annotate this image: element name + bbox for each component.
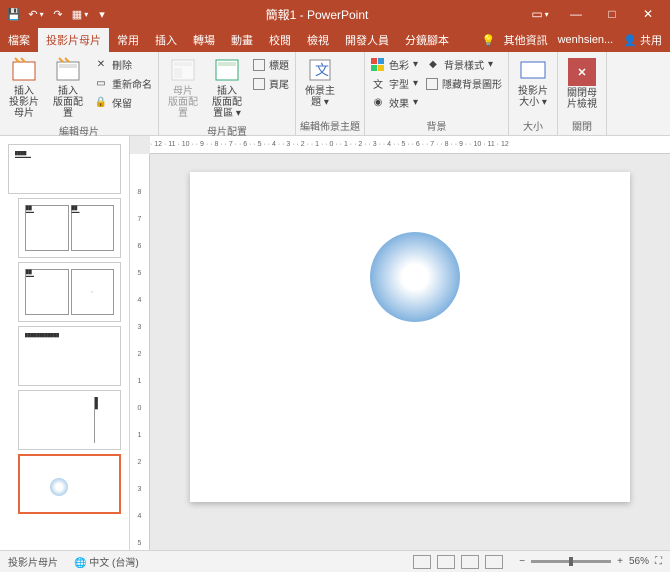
rename-icon: ▭ xyxy=(94,77,108,91)
theme-icon: 文 xyxy=(306,56,334,84)
slide-canvas-area: · 12 · 11 · 10 · · 9 · · 8 · · 7 · · 6 ·… xyxy=(130,136,670,550)
effects-button[interactable]: ◉效果 ▾ xyxy=(369,94,420,111)
tab-animation[interactable]: 動畫 xyxy=(223,28,261,52)
rename-button[interactable]: ▭重新命名 xyxy=(92,75,154,92)
group-label: 關閉 xyxy=(562,116,602,135)
thumbnail-panel: ████▬▬▬▬ ██▬▬██▬▬ ██▬▬▫ ████████████ ███ xyxy=(0,136,130,550)
close-icon: ✕ xyxy=(568,58,596,86)
sorter-view-button[interactable] xyxy=(437,555,455,569)
placeholder-icon xyxy=(213,56,241,84)
zoom-out-button[interactable]: − xyxy=(519,556,525,567)
colors-button[interactable]: 色彩 ▾ xyxy=(369,56,420,73)
status-lang[interactable]: 🌐 中文 (台灣) xyxy=(74,554,139,569)
window-title: 簡報1 - PowerPoint xyxy=(112,6,522,23)
insert-placeholder-button[interactable]: 插入版面配置區 ▾ xyxy=(207,54,247,121)
bgstyle-icon: ◆ xyxy=(426,58,440,72)
checkbox-icon xyxy=(253,78,265,90)
share-icon: 👤 xyxy=(623,35,637,47)
horizontal-ruler: · 12 · 11 · 10 · · 9 · · 8 · · 7 · · 6 ·… xyxy=(150,136,670,154)
tab-slidemaster[interactable]: 投影片母片 xyxy=(38,28,109,52)
layout-icon xyxy=(54,56,82,84)
maximize-button[interactable]: □ xyxy=(594,0,630,28)
close-master-button[interactable]: ✕ 關閉母片檢視 xyxy=(562,54,602,112)
tellme-icon: 💡 xyxy=(482,34,496,47)
checkbox-icon xyxy=(253,59,265,71)
master-layout-button: 母片版面配置 xyxy=(163,54,203,121)
share-button[interactable]: 👤 共用 xyxy=(621,28,664,52)
slide-canvas[interactable] xyxy=(190,172,630,502)
themes-button[interactable]: 文 佈景主題 ▾ xyxy=(300,54,340,110)
save-button[interactable]: 💾 xyxy=(4,4,24,24)
delete-button[interactable]: ✕刪除 xyxy=(92,56,154,73)
present-button[interactable]: ▦▾ xyxy=(70,4,90,24)
status-view: 投影片母片 xyxy=(8,554,58,569)
thumb-layout[interactable]: ███ xyxy=(18,390,121,450)
slideshow-view-button[interactable] xyxy=(485,555,503,569)
thumb-layout[interactable]: ██▬▬▫ xyxy=(18,262,121,322)
slide-size-icon xyxy=(519,56,547,84)
footer-checkbox[interactable]: 頁尾 xyxy=(251,75,291,92)
thumb-layout[interactable]: ████████████ xyxy=(18,326,121,386)
lang-icon: 🌐 xyxy=(74,558,86,569)
effects-icon: ◉ xyxy=(371,96,385,110)
insert-slidemaster-button[interactable]: 插入投影片母片 xyxy=(4,54,44,121)
thumb-layout[interactable]: ██▬▬██▬▬ xyxy=(18,198,121,258)
thumb-master[interactable]: ████▬▬▬▬ xyxy=(8,144,121,194)
tab-view[interactable]: 檢視 xyxy=(299,28,337,52)
ribbon-options-button[interactable]: ▭▾ xyxy=(522,0,558,28)
hidebg-checkbox[interactable]: 隱藏背景圖形 xyxy=(424,75,504,92)
tab-file[interactable]: 檔案 xyxy=(0,28,38,52)
group-label: 大小 xyxy=(513,116,553,135)
slide-size-button[interactable]: 投影片大小 ▾ xyxy=(513,54,553,110)
undo-button[interactable]: ↶▾ xyxy=(26,4,46,24)
circle-shape[interactable] xyxy=(370,232,460,322)
tab-review[interactable]: 校閱 xyxy=(261,28,299,52)
svg-text:文: 文 xyxy=(315,62,329,78)
title-checkbox[interactable]: 標題 xyxy=(251,56,291,73)
tab-transition[interactable]: 轉場 xyxy=(185,28,223,52)
fit-window-button[interactable]: ⛶ xyxy=(655,556,662,567)
tab-storyboard[interactable]: 分鏡腳本 xyxy=(397,28,457,52)
tab-insert[interactable]: 插入 xyxy=(147,28,185,52)
tellme-button[interactable]: 其他資訊 xyxy=(502,28,550,52)
group-label: 編輯佈景主題 xyxy=(300,116,360,135)
tab-developer[interactable]: 開發人員 xyxy=(337,28,397,52)
zoom-in-button[interactable]: + xyxy=(617,556,623,567)
fonts-icon: 文 xyxy=(371,77,385,91)
checkbox-icon xyxy=(426,78,438,90)
zoom-slider[interactable] xyxy=(531,560,611,563)
colors-icon xyxy=(371,58,385,72)
redo-button[interactable]: ↷ xyxy=(48,4,68,24)
master-layout-icon xyxy=(169,56,197,84)
reading-view-button[interactable] xyxy=(461,555,479,569)
normal-view-button[interactable] xyxy=(413,555,431,569)
thumb-layout-selected[interactable] xyxy=(18,454,121,514)
bgstyles-button[interactable]: ◆背景樣式 ▾ xyxy=(424,56,504,73)
tab-home[interactable]: 常用 xyxy=(109,28,147,52)
customize-qa-button[interactable]: ▾ xyxy=(92,4,112,24)
zoom-level[interactable]: 56% xyxy=(629,556,649,567)
preserve-button[interactable]: 🔒保留 xyxy=(92,94,154,111)
circle-shape-icon xyxy=(50,478,68,496)
group-label: 背景 xyxy=(369,116,504,135)
minimize-button[interactable]: — xyxy=(558,0,594,28)
vertical-ruler: 87654321012345678 xyxy=(130,154,150,550)
delete-icon: ✕ xyxy=(94,58,108,72)
preserve-icon: 🔒 xyxy=(94,96,108,110)
insert-layout-button[interactable]: 插入版面配置 xyxy=(48,54,88,121)
fonts-button[interactable]: 文字型 ▾ xyxy=(369,75,420,92)
close-window-button[interactable]: ✕ xyxy=(630,0,666,28)
user-account[interactable]: wenhsien... xyxy=(556,30,616,50)
slidemaster-icon xyxy=(10,56,38,84)
